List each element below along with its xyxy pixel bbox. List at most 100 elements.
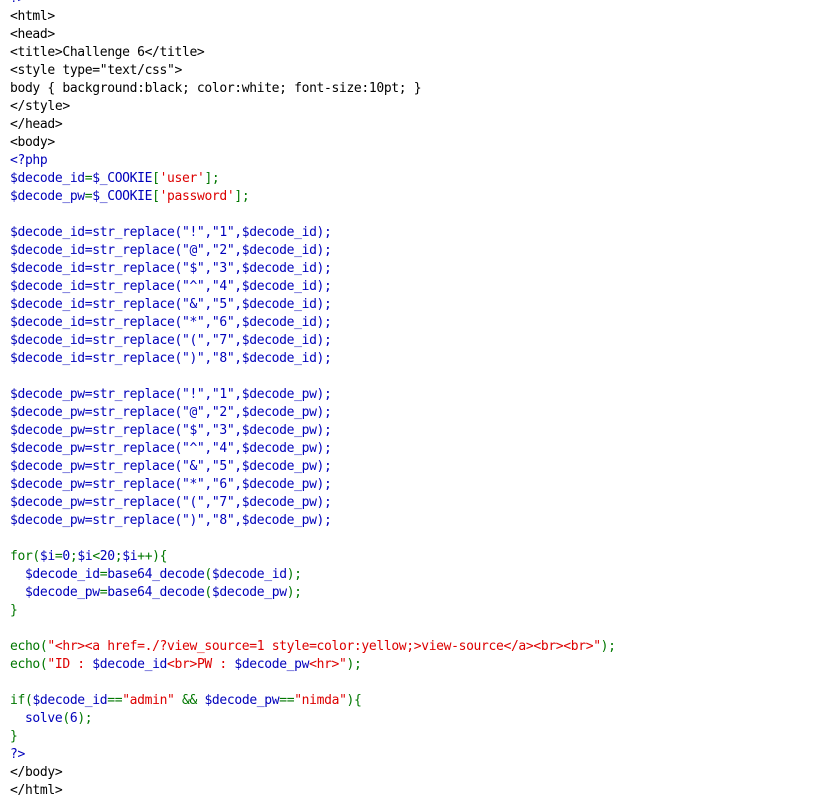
code-token: echo(: [10, 657, 48, 672]
code-token: echo(: [10, 639, 48, 654]
code-token: <style type="text/css">: [10, 63, 182, 78]
code-token: );: [286, 567, 302, 582]
code-line: </head>: [10, 116, 616, 134]
code-token: ==: [279, 693, 295, 708]
code-token: ];: [234, 189, 250, 204]
code-token: $decode_pw=str_replace("(","7",$decode_p…: [10, 495, 332, 510]
code-line: $decode_pw=str_replace("$","3",$decode_p…: [10, 422, 616, 440]
code-token: $decode_pw=str_replace(")","8",$decode_p…: [10, 513, 332, 528]
code-token: $i: [39, 549, 55, 564]
code-token: "<hr><a href=./?view_source=1 style=colo…: [47, 639, 601, 654]
code-line: ?>: [10, 0, 616, 8]
code-line: <html>: [10, 8, 616, 26]
code-token: $decode_pw: [234, 657, 310, 672]
code-token: <head>: [10, 27, 55, 42]
code-token: $decode_id: [92, 657, 168, 672]
code-line: $decode_pw=str_replace("@","2",$decode_p…: [10, 404, 616, 422]
code-token: "admin": [122, 693, 175, 708]
code-line: <head>: [10, 26, 616, 44]
code-token: $_COOKIE: [92, 189, 153, 204]
code-token: (: [204, 585, 212, 600]
code-token: $decode_id=str_replace("&","5",$decode_i…: [10, 297, 332, 312]
code-line: $decode_id=str_replace("@","2",$decode_i…: [10, 242, 616, 260]
code-token: for(: [10, 549, 40, 564]
code-token: $decode_id=str_replace("*","6",$decode_i…: [10, 315, 332, 330]
code-token: </body>: [10, 765, 63, 780]
code-token: solve: [10, 711, 63, 726]
code-token: 'password': [159, 189, 235, 204]
code-token: $decode_id=str_replace("$","3",$decode_i…: [10, 261, 332, 276]
code-token: 20: [99, 549, 115, 564]
code-token: "nimda": [294, 693, 347, 708]
code-token: base64_decode: [107, 567, 205, 582]
code-line: echo("ID : $decode_id<br>PW : $decode_pw…: [10, 656, 616, 674]
code-token: $decode_pw: [10, 585, 100, 600]
code-line: <style type="text/css">: [10, 62, 616, 80]
code-line: $decode_id=str_replace(")","8",$decode_i…: [10, 350, 616, 368]
code-token: $decode_id=str_replace(")","8",$decode_i…: [10, 351, 332, 366]
code-token: </html>: [10, 783, 63, 798]
code-token: $decode_pw: [10, 189, 85, 204]
code-token: $decode_pw=str_replace("^","4",$decode_p…: [10, 441, 332, 456]
code-token: ==: [107, 693, 123, 708]
code-line: </html>: [10, 782, 616, 800]
code-line: $decode_pw=str_replace("^","4",$decode_p…: [10, 440, 616, 458]
code-token: </head>: [10, 117, 63, 132]
code-token: $decode_pw=str_replace("*","6",$decode_p…: [10, 477, 332, 492]
code-token: $decode_pw=str_replace("&","5",$decode_p…: [10, 459, 332, 474]
code-line: $decode_pw=base64_decode($decode_pw);: [10, 584, 616, 602]
code-line: if($decode_id=="admin" && $decode_pw=="n…: [10, 692, 616, 710]
code-token: ];: [204, 171, 220, 186]
code-token: [: [152, 171, 160, 186]
code-token: ?>: [10, 0, 25, 6]
code-token: $decode_pw=str_replace("!","1",$decode_p…: [10, 387, 332, 402]
code-token: $decode_id=str_replace("(","7",$decode_i…: [10, 333, 332, 348]
code-line: $decode_id=str_replace("*","6",$decode_i…: [10, 314, 616, 332]
code-token: (: [204, 567, 212, 582]
code-token: <br>PW :: [167, 657, 235, 672]
code-token: ?>: [10, 747, 25, 762]
code-token: );: [286, 585, 302, 600]
code-line: for($i=0;$i<20;$i++){: [10, 548, 616, 566]
code-token: );: [600, 639, 616, 654]
code-token: body { background:black; color:white; fo…: [10, 81, 422, 96]
code-token: $i: [77, 549, 93, 564]
code-token: $decode_id=str_replace("!","1",$decode_i…: [10, 225, 332, 240]
code-line: <?php: [10, 152, 616, 170]
code-token: }: [10, 603, 18, 618]
code-token: <title>Challenge 6</title>: [10, 45, 205, 60]
code-token: 0: [62, 549, 70, 564]
code-token: $decode_id: [10, 567, 100, 582]
code-line: $decode_id=str_replace("^","4",$decode_i…: [10, 278, 616, 296]
code-line: $decode_pw=str_replace(")","8",$decode_p…: [10, 512, 616, 530]
code-token: <body>: [10, 135, 55, 150]
code-token: (: [62, 711, 70, 726]
code-line: <body>: [10, 134, 616, 152]
code-line: body { background:black; color:white; fo…: [10, 80, 616, 98]
code-line: solve(6);: [10, 710, 616, 728]
code-line: $decode_pw=$_COOKIE['password'];: [10, 188, 616, 206]
code-token: $decode_id: [211, 567, 287, 582]
code-token: base64_decode: [107, 585, 205, 600]
code-token: $decode_pw=str_replace("$","3",$decode_p…: [10, 423, 332, 438]
code-line: $decode_id=base64_decode($decode_id);: [10, 566, 616, 584]
code-line: $decode_pw=str_replace("!","1",$decode_p…: [10, 386, 616, 404]
code-line: <title>Challenge 6</title>: [10, 44, 616, 62]
code-line: $decode_id=str_replace("(","7",$decode_i…: [10, 332, 616, 350]
code-line: ?>: [10, 746, 616, 764]
code-token: <?php: [10, 153, 48, 168]
code-line: echo("<hr><a href=./?view_source=1 style…: [10, 638, 616, 656]
code-line: $decode_pw=str_replace("(","7",$decode_p…: [10, 494, 616, 512]
code-line: </style>: [10, 98, 616, 116]
code-token: </style>: [10, 99, 70, 114]
code-token: $decode_pw=str_replace("@","2",$decode_p…: [10, 405, 332, 420]
code-token: $decode_id: [10, 171, 85, 186]
php-source-listing: ?> <html> <head> <title>Challenge 6</title>…: [10, 0, 616, 800]
code-token: <: [92, 549, 100, 564]
code-line: $decode_id=str_replace("&","5",$decode_i…: [10, 296, 616, 314]
